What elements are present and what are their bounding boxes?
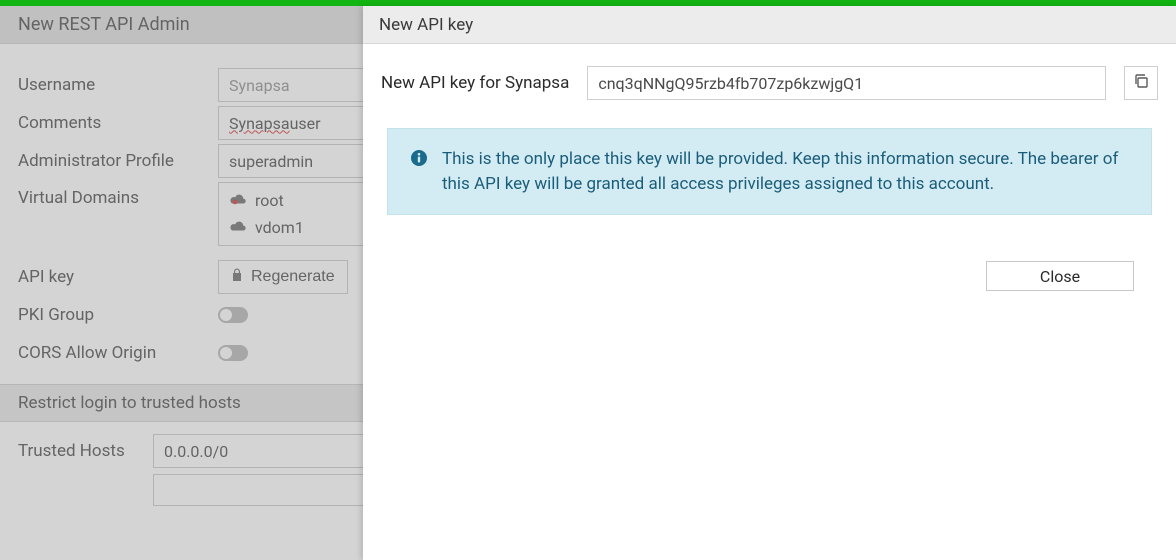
cloud-icon [229, 191, 247, 210]
info-text: This is the only place this key will be … [442, 147, 1129, 196]
comments-text-underlined: Synapsa [229, 114, 290, 133]
cors-label: CORS Allow Origin [18, 343, 218, 363]
copy-api-key-button[interactable] [1124, 66, 1158, 100]
info-callout: This is the only place this key will be … [387, 128, 1152, 215]
api-key-value-input[interactable] [587, 66, 1106, 100]
api-key-label: API key [18, 267, 218, 287]
cors-toggle[interactable] [218, 345, 248, 361]
new-api-key-modal: New API key New API key for Synapsa [363, 6, 1176, 560]
api-key-field-label: New API key for Synapsa [381, 73, 569, 93]
trusted-hosts-label: Trusted Hosts [18, 441, 153, 461]
username-label: Username [18, 75, 218, 95]
copy-icon [1133, 73, 1149, 93]
close-button[interactable]: Close [986, 261, 1134, 291]
admin-profile-label: Administrator Profile [18, 151, 218, 171]
vdom-item-label: root [255, 191, 284, 210]
comments-label: Comments [18, 113, 218, 133]
regenerate-label: Regenerate [251, 268, 335, 286]
modal-title: New API key [363, 6, 1176, 44]
cloud-icon [229, 218, 247, 237]
regenerate-button[interactable]: Regenerate [218, 260, 348, 294]
vdom-item-label: vdom1 [255, 218, 304, 237]
pki-group-toggle[interactable] [218, 307, 248, 323]
virtual-domains-label: Virtual Domains [18, 182, 218, 208]
pki-group-label: PKI Group [18, 305, 218, 325]
lock-icon [231, 268, 243, 287]
info-icon [410, 149, 428, 196]
comments-text-rest: user [290, 114, 321, 133]
